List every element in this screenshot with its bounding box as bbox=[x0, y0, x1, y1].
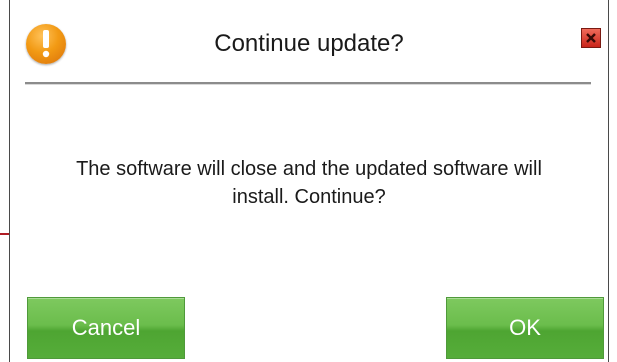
continue-update-dialog: Continue update? The software will close… bbox=[9, 0, 609, 362]
screenshot-stage: Continue update? The software will close… bbox=[0, 0, 617, 362]
dialog-message: The software will close and the updated … bbox=[10, 155, 608, 211]
dialog-header: Continue update? bbox=[10, 0, 608, 86]
ok-button[interactable]: OK bbox=[446, 297, 604, 359]
close-button[interactable] bbox=[581, 28, 601, 48]
close-icon bbox=[586, 33, 596, 43]
dialog-title: Continue update? bbox=[214, 30, 404, 57]
message-line-2: install. Continue? bbox=[232, 186, 386, 208]
cancel-button[interactable]: Cancel bbox=[27, 297, 185, 359]
message-line-1: The software will close and the updated … bbox=[76, 158, 542, 180]
header-divider bbox=[25, 82, 591, 85]
